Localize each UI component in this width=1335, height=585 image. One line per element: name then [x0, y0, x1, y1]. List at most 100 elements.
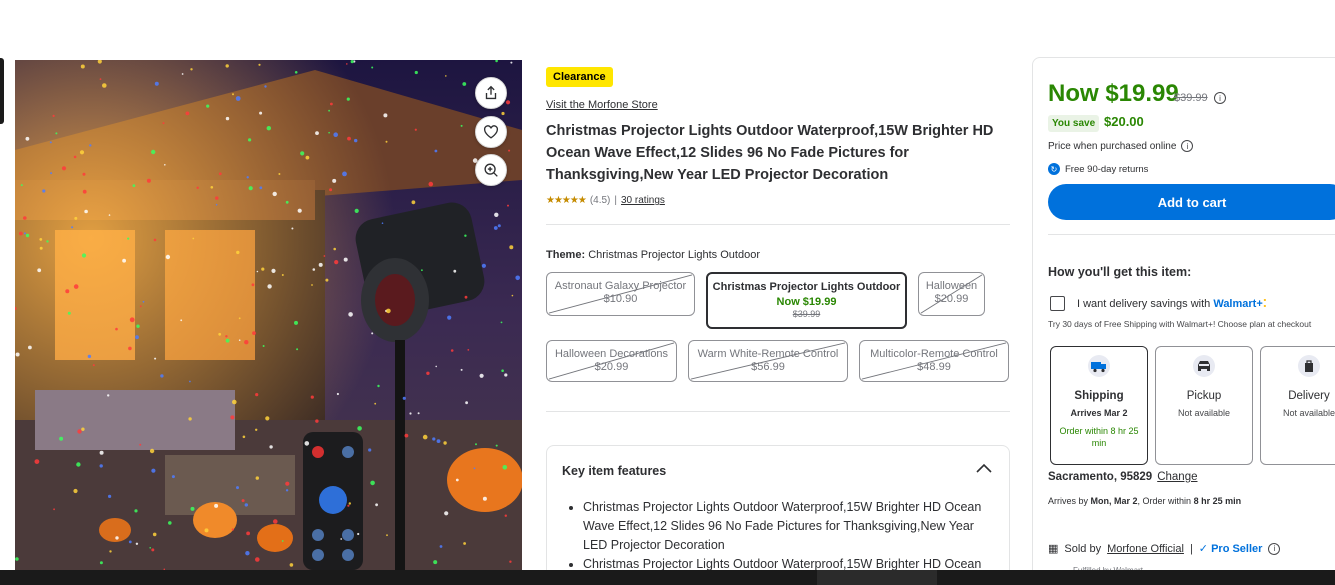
clearance-badge: Clearance	[546, 67, 613, 87]
share-button[interactable]	[475, 77, 507, 109]
current-price: Now $19.99	[1048, 80, 1179, 107]
light-dot	[241, 499, 245, 503]
light-dot	[296, 348, 299, 351]
light-dot	[152, 532, 157, 537]
fulfillment-shipping[interactable]: Shipping Arrives Mar 2 Order within 8 hr…	[1050, 346, 1148, 465]
info-icon[interactable]: i	[1181, 140, 1194, 152]
light-dot	[417, 412, 420, 415]
light-dot	[509, 245, 514, 250]
light-dot	[74, 216, 78, 220]
info-icon[interactable]: i	[1214, 92, 1226, 104]
light-dot	[115, 327, 118, 331]
theme-option-halloween-decorations[interactable]: Halloween Decorations $20.99	[546, 340, 677, 382]
light-dot	[264, 85, 267, 88]
light-dot	[371, 332, 374, 335]
light-dot	[139, 305, 142, 308]
light-dot	[115, 536, 119, 540]
light-dot	[262, 345, 265, 347]
add-to-cart-button[interactable]: Add to cart	[1048, 184, 1335, 220]
light-dot	[315, 419, 319, 423]
light-dot	[312, 268, 316, 271]
theme-option-christmas[interactable]: Christmas Projector Lights Outdoor Now $…	[706, 272, 907, 329]
light-dot	[28, 345, 32, 350]
delivery-savings-checkbox[interactable]	[1050, 296, 1065, 311]
light-dot	[334, 260, 339, 265]
light-dot	[354, 208, 359, 213]
light-dot	[500, 321, 503, 324]
light-dot	[495, 444, 498, 447]
light-dot	[436, 439, 441, 443]
light-dot	[346, 97, 350, 101]
light-dot	[127, 237, 130, 240]
light-dot	[328, 109, 330, 112]
light-dot	[236, 250, 240, 255]
theme-option-multicolor[interactable]: Multicolor-Remote Control $48.99	[859, 340, 1009, 382]
light-dot	[509, 560, 512, 563]
change-location-link[interactable]: Change	[1157, 471, 1197, 483]
list-item: Christmas Projector Lights Outdoor Water…	[583, 498, 993, 555]
zoom-button[interactable]	[475, 154, 507, 186]
light-dot	[285, 200, 289, 204]
light-dot	[333, 247, 337, 251]
light-dot	[343, 257, 348, 262]
light-dot	[142, 300, 145, 303]
ratings-link[interactable]: 30 ratings	[621, 195, 665, 206]
sold-by: ▦ Sold by Morfone Official | ✓ Pro Selle…	[1048, 542, 1281, 555]
light-dot	[494, 212, 499, 217]
seller-link[interactable]: Morfone Official	[1107, 543, 1184, 555]
light-dot	[235, 96, 241, 101]
light-dot	[267, 284, 272, 289]
light-dot	[214, 503, 219, 508]
light-dot	[39, 238, 43, 241]
light-dot	[20, 184, 23, 187]
light-dot	[92, 364, 95, 367]
light-dot	[273, 519, 278, 524]
chevron-up-icon[interactable]	[975, 462, 993, 474]
heart-icon	[484, 125, 498, 139]
product-image[interactable]	[15, 60, 522, 570]
rating-separator: |	[614, 195, 617, 206]
fulfillment-pickup[interactable]: Pickup Not available	[1155, 346, 1253, 465]
theme-option-warm-white[interactable]: Warm White-Remote Control $56.99	[688, 340, 848, 382]
info-icon[interactable]: i	[1268, 542, 1281, 555]
light-dot	[215, 203, 218, 206]
favorite-button[interactable]	[475, 116, 507, 148]
light-dot	[42, 189, 46, 193]
light-dot	[19, 231, 23, 236]
trial-text: Try 30 days of Free Shipping with Walmar…	[1048, 319, 1312, 329]
theme-option-halloween[interactable]: Halloween $20.99	[918, 272, 985, 316]
arrival-info: Arrives by Mon, Mar 2, Order within 8 hr…	[1048, 496, 1242, 506]
store-link[interactable]: Visit the Morfone Store	[546, 99, 658, 111]
light-dot	[135, 335, 139, 340]
light-dot	[232, 93, 234, 96]
light-dot	[189, 380, 191, 383]
spark-icon: ⁚	[1262, 298, 1267, 310]
light-dot	[493, 226, 498, 230]
light-dot	[73, 284, 79, 289]
light-dot	[55, 132, 58, 135]
fulfillment-delivery[interactable]: Delivery Not available	[1260, 346, 1335, 465]
light-dot	[185, 111, 190, 116]
thumbnail-indicator[interactable]	[0, 58, 4, 124]
product-title: Christmas Projector Lights Outdoor Water…	[546, 123, 994, 183]
light-dot	[409, 412, 412, 415]
light-dot	[357, 532, 360, 536]
light-dot	[386, 534, 388, 537]
light-dot	[71, 226, 74, 229]
delivery-savings-label: I want delivery savings with Walmart+⁚	[1077, 298, 1267, 310]
light-dot	[160, 374, 164, 378]
theme-option-astronaut[interactable]: Astronaut Galaxy Projector $10.90	[546, 272, 695, 316]
walmart-plus-logo: Walmart+	[1213, 298, 1263, 310]
light-dot	[149, 547, 151, 549]
light-dot	[281, 540, 284, 542]
star-rating-icon: ★★★★★	[546, 195, 587, 206]
light-dot	[330, 102, 333, 106]
light-dot	[181, 73, 184, 75]
light-dot	[294, 320, 298, 325]
light-dot	[73, 155, 77, 159]
light-dot	[508, 149, 511, 152]
rating-row: ★★★★★ (4.5) | 30 ratings	[546, 195, 665, 206]
light-dot	[347, 504, 350, 507]
light-dot	[196, 186, 199, 189]
light-dot	[165, 254, 171, 260]
